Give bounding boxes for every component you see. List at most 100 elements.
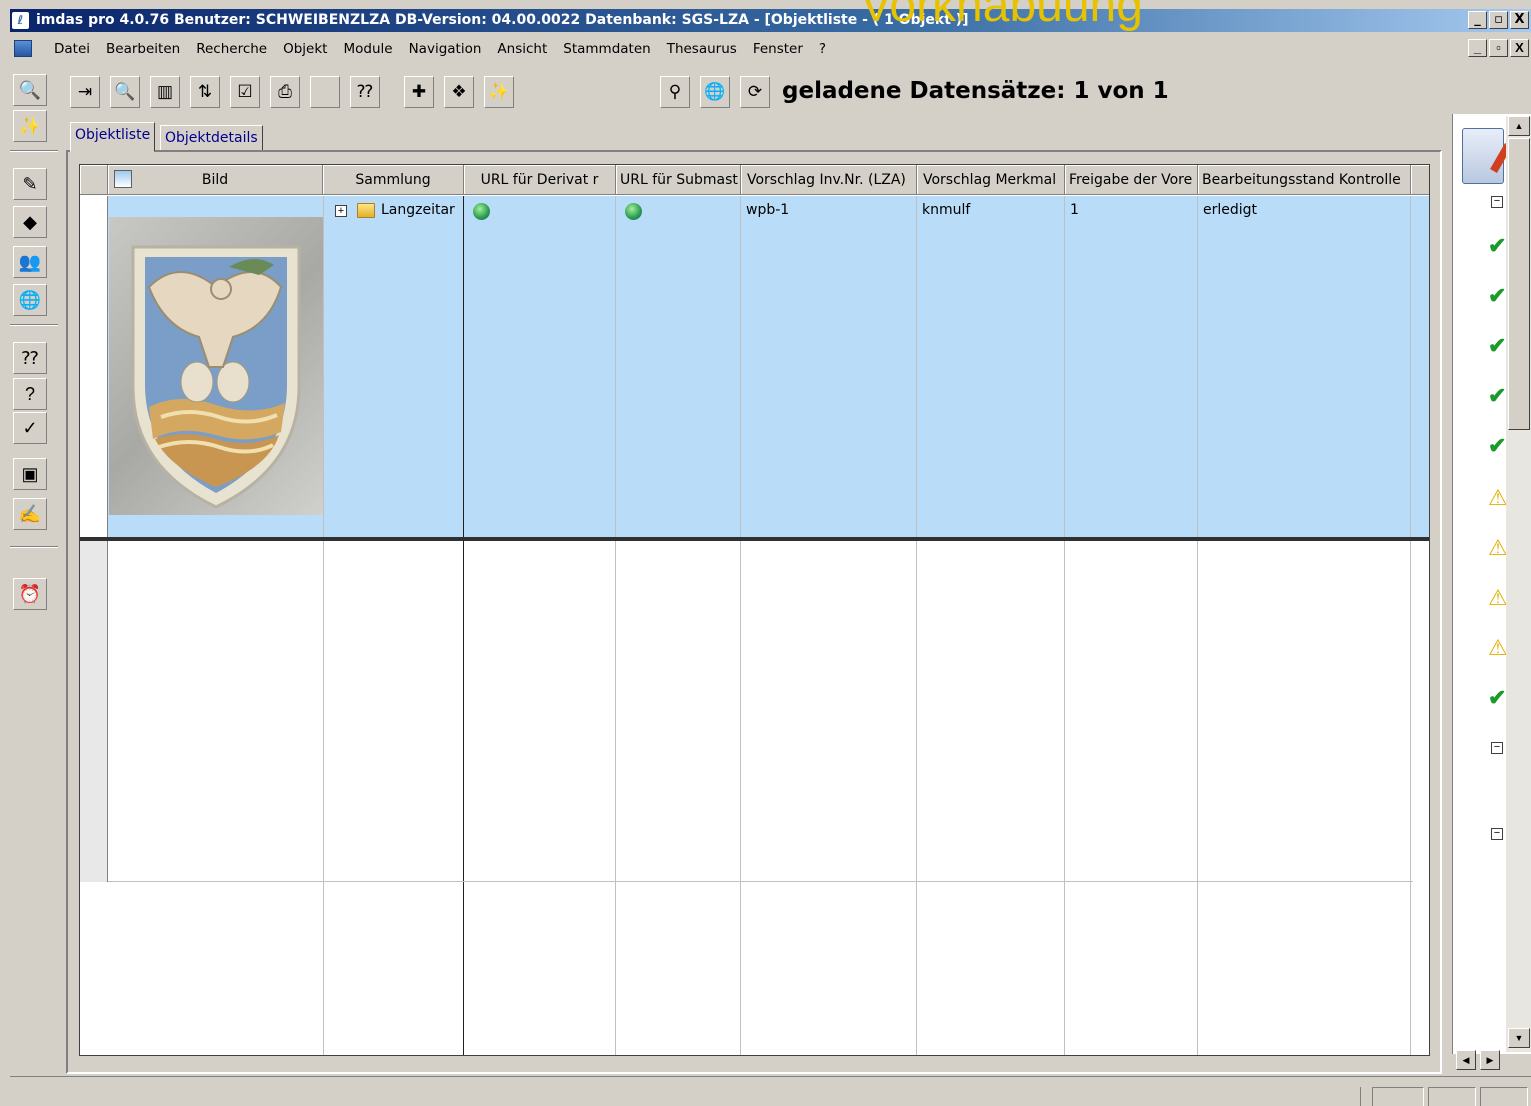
status-bar: [10, 1076, 1531, 1106]
mdi-maximize-button[interactable]: ▫: [1489, 39, 1508, 57]
cell-freigabe: 1: [1070, 202, 1079, 218]
document-edit-icon[interactable]: [1462, 128, 1512, 184]
minimize-button[interactable]: _: [1468, 11, 1487, 29]
grid-line: [1064, 196, 1065, 1055]
object-thumbnail-image[interactable]: [109, 217, 323, 515]
column-header-bearbeitungsstand[interactable]: Bearbeitungsstand Kontrolle: [1198, 165, 1411, 195]
menu-bar: Datei Bearbeiten Recherche Objekt Module…: [10, 36, 1531, 62]
sort-icon[interactable]: ⇅: [190, 76, 220, 108]
column-header-vorschlag-merkmal[interactable]: Vorschlag Merkmal: [917, 165, 1065, 195]
menu-help[interactable]: ?: [811, 40, 834, 58]
grid-line: [463, 196, 464, 1055]
edit-icon[interactable]: ✎: [13, 168, 47, 200]
menu-fenster[interactable]: Fenster: [745, 40, 811, 58]
collapse-icon[interactable]: −: [1491, 828, 1503, 840]
column-header-vorschlag-invnr[interactable]: Vorschlag Inv.Nr. (LZA): [741, 165, 917, 195]
tag-icon[interactable]: ◆: [13, 206, 47, 238]
blank-button[interactable]: [310, 76, 340, 108]
scroll-left-button[interactable]: ◀: [1456, 1050, 1476, 1070]
scroll-right-button[interactable]: ▶: [1480, 1050, 1500, 1070]
status-divider: [1360, 1087, 1362, 1106]
tab-objektliste[interactable]: Objektliste: [70, 122, 156, 152]
row-indicator-header: [80, 165, 108, 195]
globe-link-icon[interactable]: 🌐: [700, 76, 730, 108]
grid-line: [740, 196, 741, 1055]
separator: [10, 546, 58, 548]
url-derivat-globe-icon[interactable]: [473, 203, 490, 220]
menu-stammdaten[interactable]: Stammdaten: [555, 40, 658, 58]
status-panel: [1372, 1087, 1424, 1106]
mdi-minimize-button[interactable]: _: [1468, 39, 1487, 57]
grid-line: [108, 881, 1413, 882]
context-help-icon[interactable]: ⁇: [350, 76, 380, 108]
grid-line: [1410, 196, 1411, 1055]
grid-line: [615, 196, 616, 1055]
left-toolbar: 🔍 ✨ ✎ ◆ 👥 🌐 ⁇ ? ✓ ▣ ✍ ⏰: [10, 66, 58, 1076]
globe-icon[interactable]: 🌐: [13, 284, 47, 316]
column-header-sammlung[interactable]: Sammlung: [323, 165, 464, 195]
cell-vorschlag-merkmal: knmulf: [922, 202, 971, 218]
column-header-filler: [1411, 165, 1429, 195]
spellcheck-icon[interactable]: ✓: [13, 412, 47, 444]
scrollbar-thumb[interactable]: [1508, 138, 1530, 430]
image-icon: [114, 170, 132, 188]
mdi-close-button[interactable]: X: [1510, 39, 1529, 57]
image-icon[interactable]: ▣: [13, 458, 47, 490]
collapse-icon[interactable]: −: [1491, 742, 1503, 754]
maximize-button[interactable]: ▫: [1489, 11, 1508, 29]
column-header-url-submaster[interactable]: URL für Submast: [616, 165, 741, 195]
sync-icon[interactable]: ⟳: [740, 76, 770, 108]
object-list-table[interactable]: Bild Sammlung URL für Derivat r URL für …: [79, 164, 1430, 1056]
menu-module[interactable]: Module: [335, 40, 400, 58]
grid-line: [323, 196, 324, 1055]
expand-tree-button[interactable]: +: [335, 205, 347, 217]
print-icon[interactable]: ⎙: [270, 76, 300, 108]
window-title: imdas pro 4.0.76 Benutzer: SCHWEIBENZLZA…: [36, 12, 969, 28]
collapse-icon[interactable]: −: [1491, 196, 1503, 208]
column-header-bild[interactable]: Bild: [108, 165, 323, 195]
status-panel: [1480, 1087, 1528, 1106]
grid-line: [1197, 196, 1198, 1055]
context-help-icon[interactable]: ⁇: [13, 342, 47, 374]
menu-navigation[interactable]: Navigation: [401, 40, 490, 58]
menu-ansicht[interactable]: Ansicht: [489, 40, 555, 58]
users-icon[interactable]: 👥: [13, 246, 47, 278]
scroll-up-button[interactable]: ▲: [1508, 116, 1530, 136]
column-header-url-derivat[interactable]: URL für Derivat r: [464, 165, 616, 195]
main-toolbar: ⇥ 🔍 ▥ ⇅ ☑ ⎙ ⁇ ✚ ❖ ✨ ⚲ 🌐 ⟳ geladene Daten…: [66, 72, 1446, 112]
tab-objektdetails[interactable]: Objektdetails: [160, 125, 263, 152]
scroll-down-button[interactable]: ▼: [1508, 1028, 1530, 1048]
cell-vorschlag-invnr: wpb-1: [746, 202, 790, 218]
menu-bearbeiten[interactable]: Bearbeiten: [98, 40, 188, 58]
document-icon[interactable]: [14, 40, 32, 57]
separator: [10, 324, 58, 326]
row-separator: [80, 537, 1429, 541]
copy-object-icon[interactable]: ❖: [444, 76, 474, 108]
records-loaded-label: geladene Datensätze: 1 von 1: [782, 78, 1169, 104]
edit-icon[interactable]: ☑: [230, 76, 260, 108]
notes-icon[interactable]: ✍: [13, 498, 47, 530]
cell-bearbeitungsstand: erledigt: [1203, 202, 1258, 218]
status-panel: [1428, 1087, 1476, 1106]
menu-thesaurus[interactable]: Thesaurus: [659, 40, 745, 58]
exit-icon[interactable]: ⇥: [70, 76, 100, 108]
url-submaster-globe-icon[interactable]: [625, 203, 642, 220]
search-icon[interactable]: 🔍: [110, 76, 140, 108]
menu-datei[interactable]: Datei: [46, 40, 98, 58]
close-button[interactable]: X: [1510, 11, 1529, 29]
user-search-icon[interactable]: ⚲: [660, 76, 690, 108]
coat-of-arms-image: [131, 245, 301, 509]
column-header-freigabe[interactable]: Freigabe der Vore: [1065, 165, 1198, 195]
title-bar: ℓ imdas pro 4.0.76 Benutzer: SCHWEIBENZL…: [10, 9, 1531, 32]
new-object-icon[interactable]: ✨: [484, 76, 514, 108]
add-object-icon[interactable]: ✚: [404, 76, 434, 108]
search-icon[interactable]: 🔍: [13, 74, 47, 106]
row-indicator-empty: [80, 541, 108, 882]
columns-icon[interactable]: ▥: [150, 76, 180, 108]
help-icon[interactable]: ?: [13, 378, 47, 410]
new-object-icon[interactable]: ✨: [13, 110, 47, 142]
grid-line: [916, 196, 917, 1055]
alarm-clock-icon[interactable]: ⏰: [13, 578, 47, 610]
menu-objekt[interactable]: Objekt: [275, 40, 335, 58]
menu-recherche[interactable]: Recherche: [188, 40, 275, 58]
